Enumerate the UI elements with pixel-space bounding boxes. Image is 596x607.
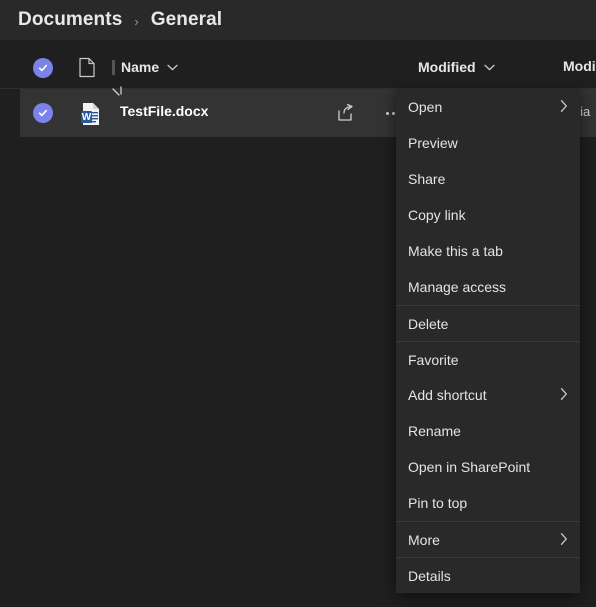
menu-item-label: Share [408, 171, 446, 187]
menu-item-pin-to-top[interactable]: Pin to top [396, 485, 580, 521]
share-icon[interactable] [335, 103, 355, 128]
menu-item-open-in-sharepoint[interactable]: Open in SharePoint [396, 449, 580, 485]
menu-item-label: Add shortcut [408, 387, 487, 403]
menu-item-more[interactable]: More [396, 521, 580, 557]
menu-item-label: Delete [408, 315, 449, 332]
column-header-modified[interactable]: Modified [418, 58, 495, 76]
breadcrumb-item-documents[interactable]: Documents [18, 9, 122, 31]
file-name-label[interactable]: TestFile.docx [120, 103, 208, 119]
menu-item-label: Details [408, 567, 451, 584]
menu-item-label: Pin to top [408, 495, 468, 511]
column-header-modified-label: Modified [418, 59, 476, 75]
menu-item-label: Manage access [408, 279, 507, 295]
menu-item-add-shortcut[interactable]: Add shortcut [396, 377, 580, 413]
context-menu[interactable]: Open Preview Share Copy link Make this a tab… [396, 89, 580, 593]
checked-circle-icon [33, 58, 53, 78]
menu-item-favorite[interactable]: Favorite [396, 341, 580, 377]
breadcrumb-item-general[interactable]: General [151, 9, 222, 31]
menu-item-label: Open [408, 99, 443, 115]
breadcrumb-separator-icon: › [134, 13, 139, 29]
column-header-modified-by[interactable]: Modi [563, 58, 596, 74]
menu-item-label: Make this a tab [408, 243, 503, 259]
menu-item-label: Preview [408, 135, 458, 151]
file-outline-icon [78, 57, 96, 83]
menu-item-details[interactable]: Details [396, 557, 580, 593]
select-all-checkbox[interactable] [33, 58, 53, 78]
chevron-down-icon [483, 58, 495, 76]
menu-item-label: Open in SharePoint [408, 459, 531, 475]
column-header-name[interactable]: Name [112, 58, 178, 76]
breadcrumb: Documents › General [0, 0, 596, 40]
menu-item-share[interactable]: Share [396, 161, 580, 197]
checked-circle-icon [33, 103, 53, 123]
menu-item-make-this-a-tab[interactable]: Make this a tab [396, 233, 580, 269]
column-resize-handle[interactable] [112, 59, 115, 75]
ellipsis-dot [385, 111, 389, 115]
menu-item-copy-link[interactable]: Copy link [396, 197, 580, 233]
chevron-down-icon [167, 58, 178, 76]
svg-text:W: W [82, 112, 92, 123]
column-header-modified-by-label: Modi [563, 58, 596, 74]
ellipsis-dot [391, 111, 395, 115]
menu-item-preview[interactable]: Preview [396, 125, 580, 161]
word-document-icon: W [80, 102, 102, 131]
menu-item-delete[interactable]: Delete [396, 305, 580, 341]
menu-item-open[interactable]: Open [396, 89, 580, 125]
row-checkbox[interactable] [33, 103, 53, 123]
menu-item-rename[interactable]: Rename [396, 413, 580, 449]
chevron-right-icon [560, 100, 568, 115]
chevron-right-icon [560, 388, 568, 403]
chevron-right-icon [560, 532, 568, 547]
menu-item-label: Favorite [408, 351, 459, 368]
column-header-name-label: Name [121, 59, 160, 75]
menu-item-label: More [408, 531, 440, 548]
menu-item-label: Rename [408, 423, 461, 439]
menu-item-label: Copy link [408, 207, 466, 223]
menu-item-manage-access[interactable]: Manage access [396, 269, 580, 305]
